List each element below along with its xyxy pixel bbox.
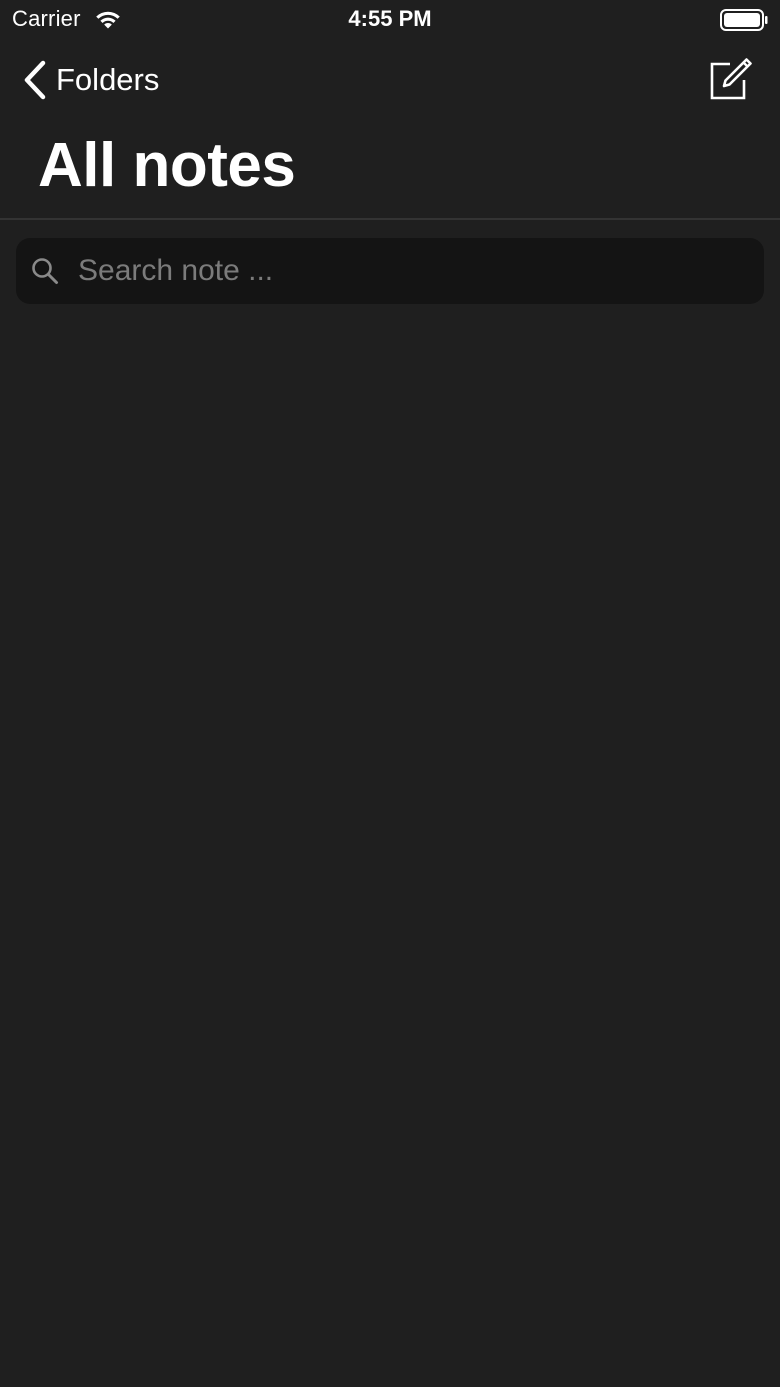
navigation-bar: Folders [0,48,780,112]
search-bar[interactable] [16,238,764,304]
compose-icon[interactable] [706,56,752,102]
status-time: 4:55 PM [348,6,432,31]
back-button-label: Folders [56,62,160,97]
notes-list [0,320,780,1387]
chevron-left-icon [24,60,46,100]
status-bar: Carrier 4:55 PM [0,0,780,40]
page-title: All notes [38,131,296,200]
back-button[interactable]: Folders [22,58,159,102]
search-input[interactable] [78,241,750,301]
header-divider [0,218,780,220]
search-icon [32,258,58,284]
battery-icon [720,9,768,31]
